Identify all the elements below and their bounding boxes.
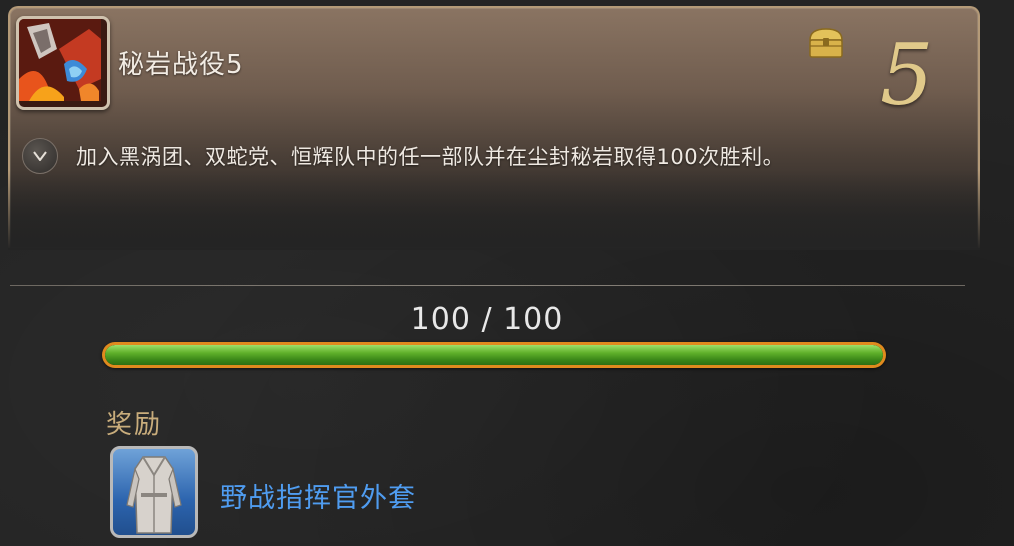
coat-icon[interactable]: [110, 446, 198, 538]
progress-count: 100 / 100: [410, 302, 564, 337]
pvp-battle-icon: [16, 16, 110, 110]
chevron-down-icon[interactable]: [22, 138, 58, 174]
progress-bar: [102, 342, 886, 368]
description-row: 加入黑涡团、双蛇党、恒辉队中的任一部队并在尘封秘岩取得100次胜利。: [22, 138, 784, 174]
divider: [10, 285, 965, 286]
treasure-chest-icon: [809, 28, 843, 58]
achievement-title: 秘岩战役5: [118, 50, 244, 80]
reward-label: 奖励: [106, 410, 163, 440]
reward-item-name[interactable]: 野战指挥官外套: [220, 476, 416, 515]
progress-fill: [105, 345, 883, 365]
achievement-points: 5: [880, 26, 934, 124]
progress-track: [105, 345, 883, 365]
achievement-description: 加入黑涡团、双蛇党、恒辉队中的任一部队并在尘封秘岩取得100次胜利。: [76, 145, 785, 169]
